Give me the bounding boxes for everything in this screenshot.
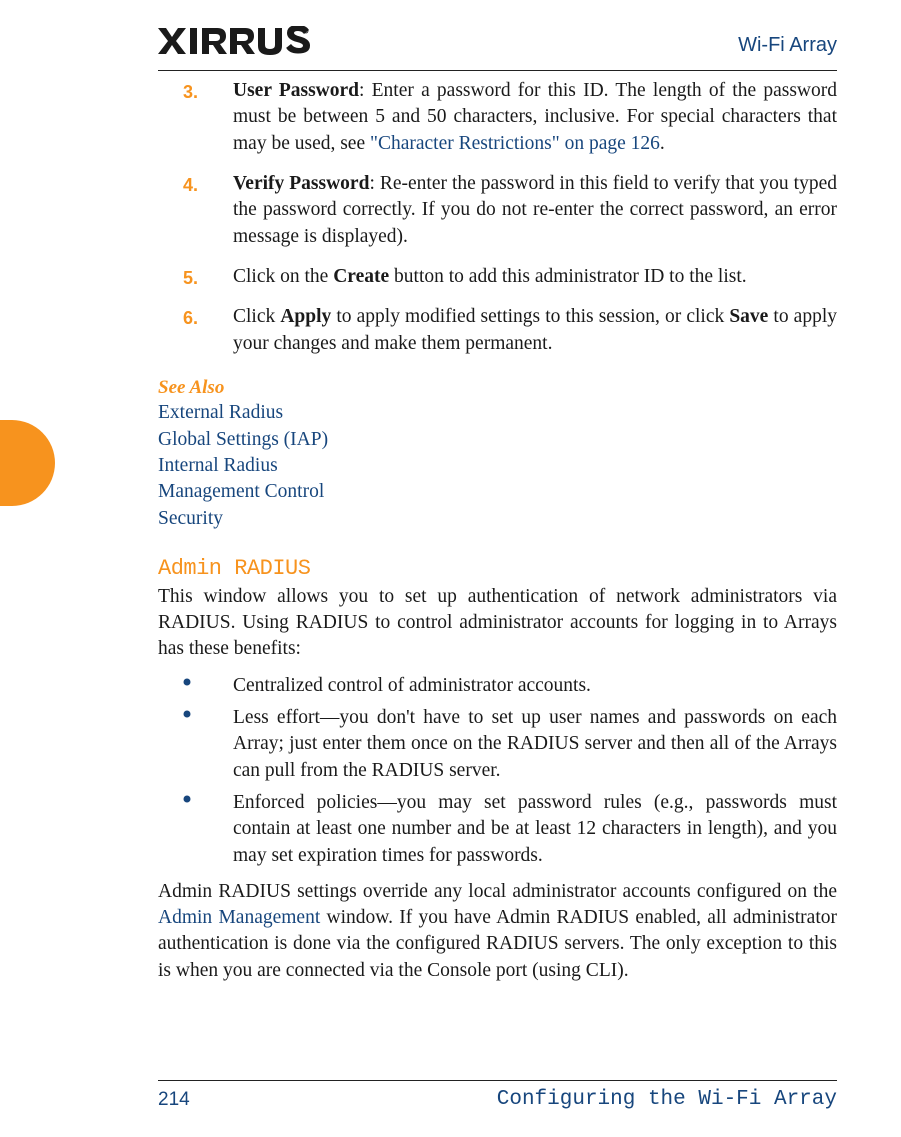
step-text: button to add this administrator ID to t… — [389, 266, 746, 287]
step-5: 5. Click on the Create button to add thi… — [158, 264, 837, 290]
bullet-text: Enforced policies—you may set password r… — [233, 790, 837, 869]
step-number: 5. — [158, 264, 233, 290]
link-management-control[interactable]: Management Control — [158, 479, 837, 505]
footer-rule — [158, 1080, 837, 1081]
bullet-list: Centralized control of administrator acc… — [158, 673, 837, 869]
ui-ref-create: Create — [333, 266, 389, 287]
see-also-heading: See Also — [158, 375, 837, 401]
page-header: R Wi-Fi Array — [0, 26, 901, 76]
step-body: Click Apply to apply modified settings t… — [233, 304, 837, 357]
section-heading-admin-radius: Admin RADIUS — [158, 554, 837, 584]
page-number: 214 — [158, 1089, 190, 1111]
step-text: to apply modified settings to this sessi… — [331, 306, 729, 327]
bullet-text: Centralized control of administrator acc… — [233, 673, 837, 699]
page-content: 3. User Password: Enter a password for t… — [158, 78, 837, 1067]
section-tab — [0, 420, 55, 506]
step-text: Click — [233, 306, 280, 327]
step-number: 4. — [158, 171, 233, 250]
bullet-item: Enforced policies—you may set password r… — [158, 790, 837, 869]
ui-ref-save: Save — [729, 306, 768, 327]
step-body: User Password: Enter a password for this… — [233, 78, 837, 157]
step-body: Verify Password: Re-enter the password i… — [233, 171, 837, 250]
link-internal-radius[interactable]: Internal Radius — [158, 453, 837, 479]
para-text: Admin RADIUS settings override any local… — [158, 881, 837, 902]
step-text-end: . — [660, 133, 665, 154]
link-security[interactable]: Security — [158, 506, 837, 532]
step-number: 6. — [158, 304, 233, 357]
link-global-settings-iap[interactable]: Global Settings (IAP) — [158, 427, 837, 453]
ui-ref-apply: Apply — [280, 306, 331, 327]
step-4: 4. Verify Password: Re-enter the passwor… — [158, 171, 837, 250]
see-also-list: External Radius Global Settings (IAP) In… — [158, 400, 837, 532]
step-label: User Password — [233, 80, 359, 101]
section-intro: This window allows you to set up authent… — [158, 584, 837, 663]
bullet-icon — [158, 673, 233, 699]
bullet-item: Centralized control of administrator acc… — [158, 673, 837, 699]
link-external-radius[interactable]: External Radius — [158, 400, 837, 426]
bullet-item: Less effort—you don't have to set up use… — [158, 705, 837, 784]
brand-logo: R — [158, 26, 310, 56]
step-label: Verify Password — [233, 173, 369, 194]
step-text: Click on the — [233, 266, 333, 287]
link-character-restrictions[interactable]: "Character Restrictions" on page 126 — [370, 133, 660, 154]
bullet-text: Less effort—you don't have to set up use… — [233, 705, 837, 784]
section-paragraph: Admin RADIUS settings override any local… — [158, 879, 837, 984]
chapter-title: Configuring the Wi-Fi Array — [497, 1088, 837, 1111]
doc-title: Wi-Fi Array — [738, 34, 837, 57]
link-admin-management[interactable]: Admin Management — [158, 907, 320, 928]
header-rule — [158, 70, 837, 71]
step-3: 3. User Password: Enter a password for t… — [158, 78, 837, 157]
step-body: Click on the Create button to add this a… — [233, 264, 837, 290]
step-6: 6. Click Apply to apply modified setting… — [158, 304, 837, 357]
bullet-icon — [158, 705, 233, 784]
bullet-icon — [158, 790, 233, 869]
step-number: 3. — [158, 78, 233, 157]
